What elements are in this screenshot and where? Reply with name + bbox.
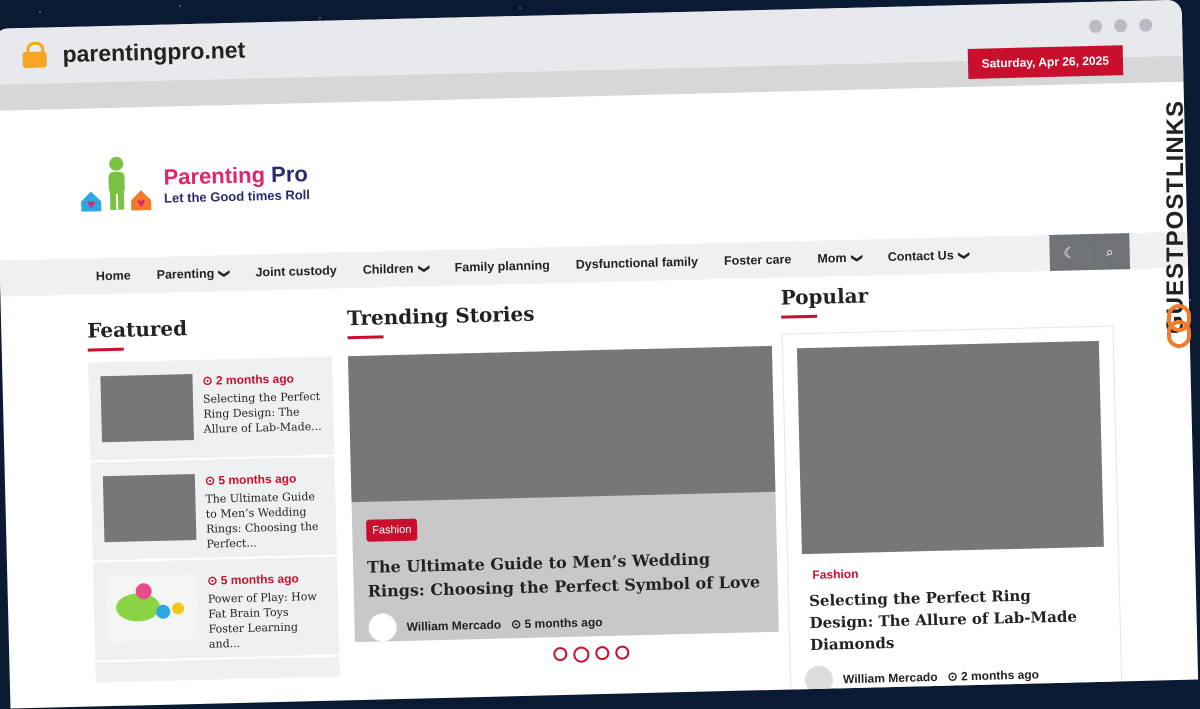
nav-item-label: Home	[95, 268, 131, 284]
list-item[interactable]: ⊙ 5 months ago Power of Play: How Fat Br…	[92, 556, 340, 663]
chevron-down-icon[interactable]: ❯	[958, 250, 971, 260]
nav-item[interactable]: Foster care	[724, 252, 792, 268]
window-dot-icon[interactable]	[1138, 18, 1153, 32]
window-controls	[1088, 18, 1153, 33]
author-name[interactable]: William Mercado	[406, 618, 501, 634]
nav-item[interactable]: Parenting ❯	[156, 266, 231, 282]
window-dot-icon[interactable]	[1113, 19, 1128, 33]
post-time-text: 5 months ago	[524, 615, 603, 631]
post-thumbnail[interactable]	[105, 573, 199, 643]
featured-list: ⊙ 2 months ago Selecting the Perfect Rin…	[88, 356, 340, 683]
popular-heading: Popular	[780, 283, 868, 318]
post-title[interactable]: The Ultimate Guide to Men’s Wedding Ring…	[367, 546, 764, 604]
post-meta: William Mercado ⊙ 5 months ago	[368, 604, 779, 642]
window-dot-icon[interactable]	[1088, 19, 1103, 33]
carousel-dot[interactable]	[615, 645, 630, 660]
logo-title-a: Parenting	[163, 161, 266, 190]
post-thumbnail[interactable]	[100, 374, 194, 443]
post-title[interactable]: Selecting the Perfect Ring Design: The A…	[203, 389, 322, 437]
nav-item[interactable]: Home	[96, 268, 131, 283]
trending-heading: Trending Stories	[347, 302, 535, 340]
post-time: ⊙ 5 months ago	[510, 615, 603, 632]
link-icon	[1167, 304, 1191, 348]
lock-icon	[22, 41, 47, 69]
nav-item-label: Joint custody	[255, 263, 337, 280]
post-meta: William Mercado ⊙ 2 months ago	[804, 658, 1122, 695]
post-thumbnail[interactable]	[102, 473, 197, 543]
post-image[interactable]	[347, 345, 776, 503]
family-logo-icon	[79, 155, 156, 217]
nav-item-label: Dysfunctional family	[575, 254, 699, 272]
carousel-dot[interactable]	[595, 645, 610, 661]
chevron-down-icon[interactable]: ❯	[417, 264, 430, 274]
nav-item-label: Contact Us	[887, 248, 954, 264]
nav-item[interactable]: Mom ❯	[817, 250, 864, 266]
nav-item[interactable]: Dysfunctional family	[576, 255, 699, 272]
nav-item-label: Children	[362, 261, 414, 277]
carousel-dot[interactable]	[553, 646, 568, 662]
post-title[interactable]: Selecting the Perfect Ring Design: The A…	[809, 583, 1101, 656]
address-bar[interactable]: parentingpro.net	[62, 37, 245, 68]
nav-item[interactable]: Family planning	[454, 258, 549, 274]
carousel-dot[interactable]	[573, 646, 590, 663]
featured-heading: Featured	[87, 316, 188, 351]
dark-mode-icon[interactable]: ☾	[1049, 234, 1091, 272]
logo-title-b: Pro	[270, 160, 309, 187]
post-time: ⊙ 5 months ago	[204, 471, 297, 488]
post-time-text: 2 months ago	[215, 371, 295, 388]
trending-card[interactable]: Fashion The Ultimate Guide to Men’s Wedd…	[347, 345, 779, 643]
nav-item[interactable]: Children ❯	[362, 261, 430, 277]
content-area: Featured Trending Stories Popular ⊙ 2 mo…	[0, 268, 1197, 697]
date-badge: Saturday, Apr 26, 2025	[967, 45, 1124, 79]
carousel-dots	[553, 645, 630, 663]
category-tag[interactable]: Fashion	[365, 518, 418, 542]
search-icon[interactable]: ⌕	[1089, 233, 1131, 271]
category-tag[interactable]: Fashion	[812, 560, 1118, 582]
chevron-down-icon[interactable]: ❯	[851, 253, 864, 263]
watermark-text: GUESTPOSTLINKS	[1162, 99, 1189, 334]
logo-title: Parenting Pro	[163, 161, 309, 191]
post-title[interactable]: The Ultimate Guide to Men’s Wedding Ring…	[205, 489, 324, 552]
post-time-text: 5 months ago	[220, 571, 299, 588]
nav-item[interactable]: Contact Us ❯	[888, 248, 970, 264]
post-time-text: 5 months ago	[218, 471, 297, 488]
list-item[interactable]: ⊙ 5 months ago The Ultimate Guide to Men…	[90, 456, 337, 563]
nav-item-label: Parenting	[156, 266, 215, 282]
nav-item-label: Family planning	[454, 258, 550, 275]
nav-item-label: Mom	[817, 250, 847, 266]
nav-buttons: ☾ ⌕	[1049, 233, 1131, 272]
post-time: ⊙ 2 months ago	[202, 371, 295, 388]
browser-window: parentingpro.net Saturday, Apr 26, 2025 …	[0, 0, 1199, 709]
chevron-down-icon[interactable]: ❯	[218, 268, 231, 278]
avatar	[368, 613, 397, 642]
site-header: Parenting Pro Let the Good times Roll	[0, 82, 1187, 261]
post-title[interactable]: Power of Play: How Fat Brain Toys Foster…	[208, 589, 327, 652]
post-time: ⊙ 5 months ago	[207, 571, 299, 588]
site-logo[interactable]: Parenting Pro Let the Good times Roll	[79, 151, 310, 217]
author-name[interactable]: William Mercado	[843, 670, 938, 686]
nav-item-label: Foster care	[723, 252, 792, 268]
list-item[interactable]: ⊙ 2 months ago Selecting the Perfect Rin…	[88, 356, 335, 463]
logo-tagline: Let the Good times Roll	[163, 186, 311, 206]
nav-item[interactable]: Joint custody	[255, 263, 337, 279]
post-image[interactable]	[796, 340, 1104, 555]
watermark: GUESTPOSTLINKS	[1162, 58, 1194, 358]
popular-card[interactable]: Fashion Selecting the Perfect Ring Desig…	[781, 325, 1123, 696]
